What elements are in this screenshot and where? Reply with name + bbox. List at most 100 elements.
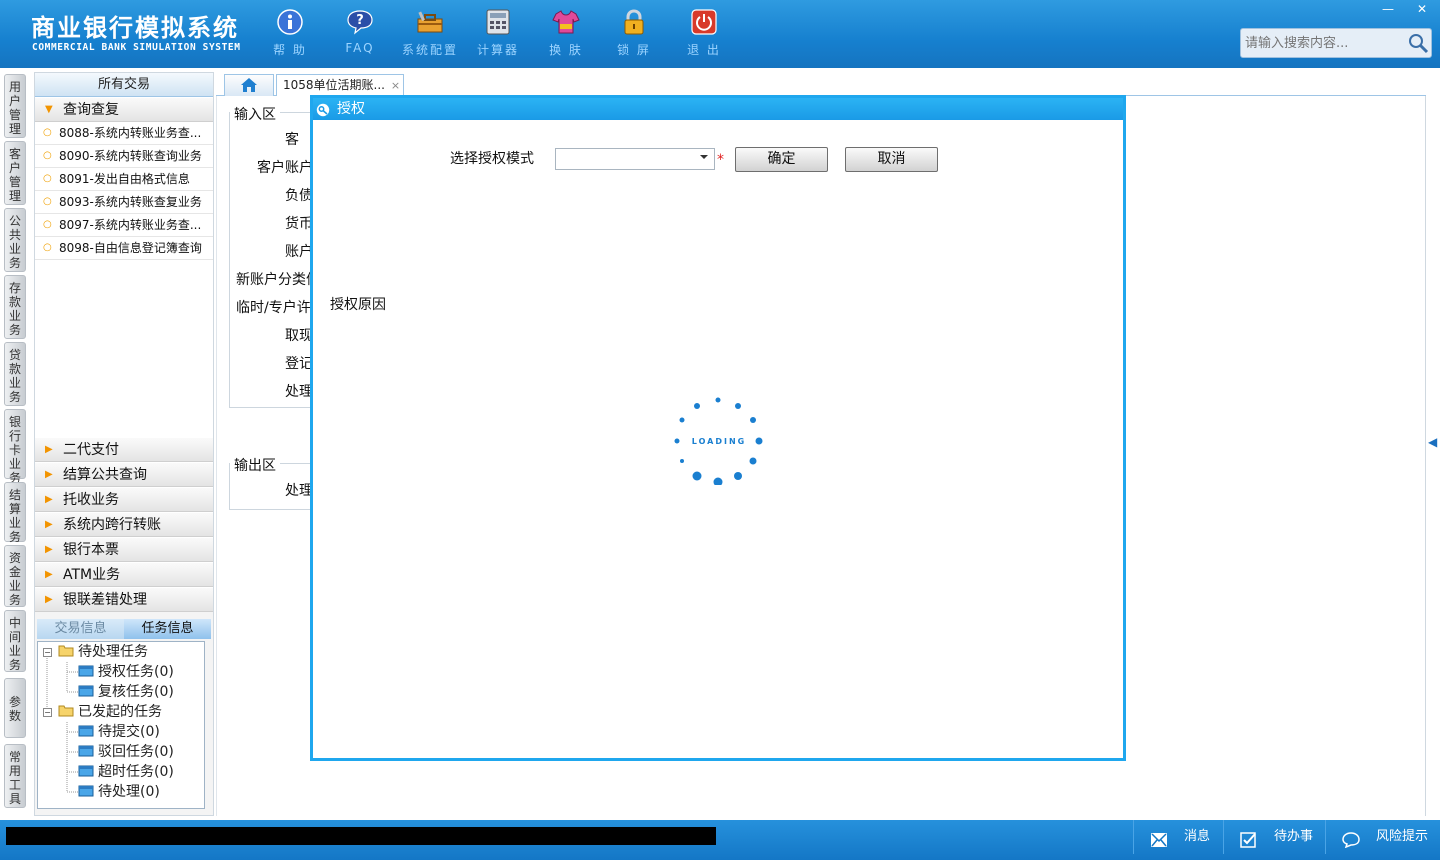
nav-item-8088[interactable]: ○ 8088-系统内转账业务查...: [35, 122, 213, 145]
vtab-fund-business[interactable]: 资金业务: [4, 545, 26, 607]
nav-header: 所有交易: [35, 73, 213, 97]
tree-node-label: 待提交(0): [98, 724, 160, 740]
tree-node-label: 驳回任务(0): [98, 744, 174, 760]
nav-item-label: 8093-系统内转账查复业务: [59, 195, 202, 209]
auth-mode-label: 选择授权模式: [450, 151, 534, 167]
status-message-area: [6, 827, 716, 845]
auth-mode-select[interactable]: [555, 148, 715, 170]
tree-node-pending-tasks[interactable]: 待处理任务: [58, 642, 148, 662]
field-label-customer: 客: [285, 132, 299, 148]
mail-icon: [1150, 828, 1168, 847]
home-tab[interactable]: [224, 74, 274, 96]
home-icon: [241, 78, 257, 92]
calculator-button[interactable]: 计算器: [466, 8, 530, 64]
exit-button[interactable]: 退 出: [672, 8, 736, 64]
risk-alert-button[interactable]: 风险提示: [1325, 820, 1437, 854]
vtab-user-management[interactable]: 用户管理: [4, 74, 26, 138]
section-cashier-check[interactable]: ▶ 银行本票: [35, 537, 213, 562]
collapse-right-icon[interactable]: ◀: [1428, 435, 1437, 449]
spinner-icon: LOADING: [674, 397, 763, 487]
field-label-account: 账户: [285, 244, 313, 260]
collapse-toggle[interactable]: −: [43, 708, 52, 717]
section-cnaps2[interactable]: ▶ 二代支付: [35, 437, 213, 462]
task-icon: [78, 743, 94, 757]
chat-icon: [1342, 828, 1360, 849]
tree-node-timeout[interactable]: 超时任务(0): [78, 762, 174, 782]
tree-node-rejected[interactable]: 驳回任务(0): [78, 742, 174, 762]
close-button[interactable]: ✕: [1405, 0, 1439, 18]
tree-node-initiated-tasks[interactable]: 已发起的任务: [58, 702, 162, 722]
vtab-settlement-business[interactable]: 结算业务: [4, 482, 26, 544]
cancel-button[interactable]: 取消: [845, 147, 938, 172]
field-label-new-account-class: 新账户分类信: [236, 272, 320, 288]
section-atm[interactable]: ▶ ATM业务: [35, 562, 213, 587]
search-input[interactable]: [1243, 31, 1403, 55]
vtab-public-business[interactable]: 公共业务: [4, 208, 26, 272]
field-label-liability: 负债: [285, 188, 313, 204]
nav-item-label: 8088-系统内转账业务查...: [59, 126, 202, 140]
todo-button[interactable]: 待办事项: [1223, 820, 1323, 854]
task-tree: − 待处理任务 授权任务(0) 复核任务(0) − 已发起的任务 待提交(0) …: [37, 641, 205, 809]
tree-node-auth-tasks[interactable]: 授权任务(0): [78, 662, 174, 682]
system-config-button[interactable]: 系统配置: [398, 8, 462, 64]
tree-node-to-process[interactable]: 待处理(0): [78, 782, 160, 802]
minimize-button[interactable]: —: [1371, 0, 1405, 18]
field-label-temp-account-permit: 临时/专户许: [236, 300, 311, 316]
help-button[interactable]: 帮 助: [258, 8, 322, 64]
vtab-parameters[interactable]: 参数: [4, 678, 26, 738]
vtab-customer-management[interactable]: 客户管理: [4, 141, 26, 205]
info-icon: [276, 8, 304, 36]
section-settlement-query[interactable]: ▶ 结算公共查询: [35, 462, 213, 487]
tab-task-info[interactable]: 任务信息: [124, 619, 211, 639]
dialog-titlebar: 授权: [313, 98, 1123, 120]
messages-label: 消息: [1184, 829, 1211, 844]
tree-node-to-submit[interactable]: 待提交(0): [78, 722, 160, 742]
nav-item-8098[interactable]: ○ 8098-自由信息登记簿查询: [35, 237, 213, 260]
skin-button[interactable]: 换 肤: [534, 8, 598, 64]
output-label-process: 处理: [285, 483, 313, 499]
system-config-label: 系统配置: [401, 43, 458, 57]
nav-item-8093[interactable]: ○ 8093-系统内转账查复业务: [35, 191, 213, 214]
vtab-deposit-business[interactable]: 存款业务: [4, 275, 26, 339]
tab-trade-info[interactable]: 交易信息: [37, 619, 124, 639]
vtab-common-tools[interactable]: 常用工具: [4, 744, 26, 808]
vtab-intermediary-business[interactable]: 中间业务: [4, 610, 26, 672]
tab-1058-unit-current-account[interactable]: 1058单位活期账... ×: [276, 74, 404, 96]
app-header: 商业银行模拟系统 COMMERCIAL BANK SIMULATION SYST…: [0, 0, 1440, 68]
bullet-icon: ○: [43, 242, 52, 253]
search-icon[interactable]: [1407, 32, 1429, 54]
messages-button[interactable]: 消息: [1133, 820, 1223, 854]
nav-item-8090[interactable]: ○ 8090-系统内转账查询业务: [35, 145, 213, 168]
section-label: 查询查复: [63, 102, 119, 118]
nav-item-8097[interactable]: ○ 8097-系统内转账业务查...: [35, 214, 213, 237]
tab-label: 1058单位活期账...: [283, 78, 385, 92]
folder-icon: [58, 703, 74, 717]
lock-screen-button[interactable]: 锁 屏: [602, 8, 666, 64]
section-label: 结算公共查询: [63, 467, 147, 483]
faq-label: FAQ: [345, 41, 375, 55]
tree-node-label: 超时任务(0): [98, 764, 174, 780]
section-query-reply[interactable]: ▼ 查询查复: [35, 97, 213, 122]
confirm-button[interactable]: 确定: [735, 147, 828, 172]
required-mark: *: [717, 152, 724, 168]
vtab-loan-business[interactable]: 贷款业务: [4, 342, 26, 406]
field-label-process: 处理: [285, 384, 313, 400]
folder-icon: [58, 643, 74, 657]
faq-button[interactable]: ? FAQ: [328, 8, 392, 64]
task-panel-tabs: 交易信息 任务信息: [37, 619, 211, 639]
field-label-register: 登记: [285, 356, 313, 372]
section-interbank-transfer[interactable]: ▶ 系统内跨行转账: [35, 512, 213, 537]
collapse-toggle[interactable]: −: [43, 648, 52, 657]
question-icon: ?: [346, 8, 374, 36]
chevron-right-icon: ▶: [45, 444, 53, 455]
field-label-customer-account: 客户账户: [257, 160, 313, 176]
power-icon: [690, 8, 718, 36]
section-unionpay-error[interactable]: ▶ 银联差错处理: [35, 587, 213, 612]
tree-node-label: 复核任务(0): [98, 684, 174, 700]
section-collection[interactable]: ▶ 托收业务: [35, 487, 213, 512]
tree-node-review-tasks[interactable]: 复核任务(0): [78, 682, 174, 702]
tab-close-icon[interactable]: ×: [391, 79, 400, 92]
vtab-card-business[interactable]: 银行卡业务: [4, 409, 26, 485]
tree-node-label: 授权任务(0): [98, 664, 174, 680]
nav-item-8091[interactable]: ○ 8091-发出自由格式信息: [35, 168, 213, 191]
